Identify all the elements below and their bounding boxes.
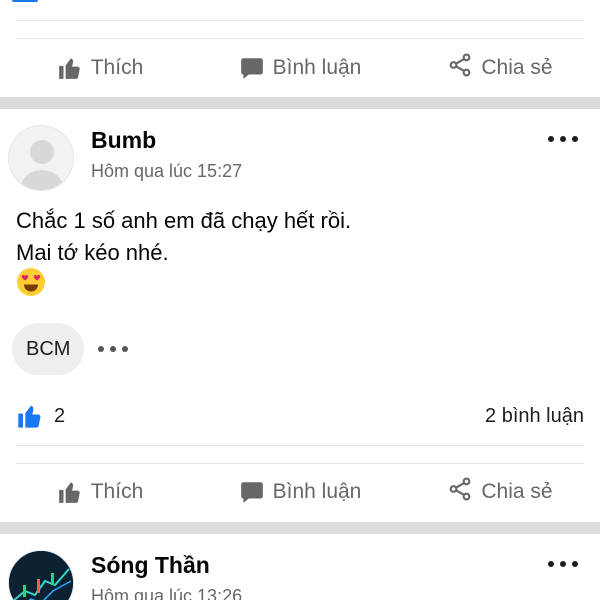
separator <box>16 20 584 21</box>
like-button[interactable]: Thích <box>0 464 200 520</box>
post-timestamp[interactable]: Hôm qua lúc 13:26 <box>91 586 242 600</box>
like-count-icon <box>12 0 38 2</box>
like-button[interactable]: Thích <box>0 40 200 96</box>
avatar[interactable] <box>8 550 74 600</box>
share-icon <box>447 52 473 84</box>
comment-icon <box>240 482 263 503</box>
post-card: Bumb Hôm qua lúc 15:27 Chắc 1 số anh em … <box>0 109 600 522</box>
separator <box>16 445 584 446</box>
like-summary[interactable]: 2 <box>16 402 65 430</box>
comment-icon <box>240 58 263 79</box>
thumbs-up-icon <box>58 482 80 503</box>
comment-count[interactable]: 2 bình luận <box>485 405 584 428</box>
share-button[interactable]: Chia sẻ <box>400 464 600 520</box>
comment-button[interactable]: Bình luận <box>200 464 400 520</box>
post-timestamp[interactable]: Hôm qua lúc 15:27 <box>91 161 242 182</box>
share-label: Chia sẻ <box>481 480 553 503</box>
avatar[interactable] <box>8 125 74 191</box>
like-label: Thích <box>90 56 144 79</box>
share-button[interactable]: Chia sẻ <box>400 40 600 96</box>
action-bar: Thích Bình luận Chia sẻ <box>0 464 600 520</box>
previous-post-footer: Thích Bình luận Chia sẻ <box>0 0 600 97</box>
share-icon <box>447 476 473 508</box>
tag-chip[interactable]: BCM <box>12 323 85 375</box>
tag-label: BCM <box>26 337 71 360</box>
post-card: Sóng Thần Hôm qua lúc 13:26 <box>0 534 600 600</box>
more-options-button[interactable] <box>548 561 578 567</box>
like-count: 2 <box>54 404 66 427</box>
post-divider <box>0 97 600 109</box>
post-text-line: Chắc 1 số anh em đã chạy hết rồi. <box>16 208 352 233</box>
post-divider <box>0 522 600 534</box>
separator <box>16 38 584 39</box>
like-label: Thích <box>90 480 144 503</box>
post-author[interactable]: Sóng Thần <box>91 552 210 579</box>
like-count-icon <box>18 405 41 428</box>
more-tags-button[interactable] <box>98 346 128 352</box>
post-text-line: Mai tớ kéo nhé. <box>16 240 169 265</box>
more-options-button[interactable] <box>548 136 578 142</box>
comment-label: Bình luận <box>272 56 362 79</box>
thumbs-up-icon <box>58 58 80 79</box>
heart-eyes-emoji-icon <box>17 268 45 296</box>
action-bar: Thích Bình luận Chia sẻ <box>0 40 600 96</box>
comment-label: Bình luận <box>272 480 362 503</box>
share-label: Chia sẻ <box>481 56 553 79</box>
post-author[interactable]: Bumb <box>91 127 156 154</box>
comment-button[interactable]: Bình luận <box>200 40 400 96</box>
